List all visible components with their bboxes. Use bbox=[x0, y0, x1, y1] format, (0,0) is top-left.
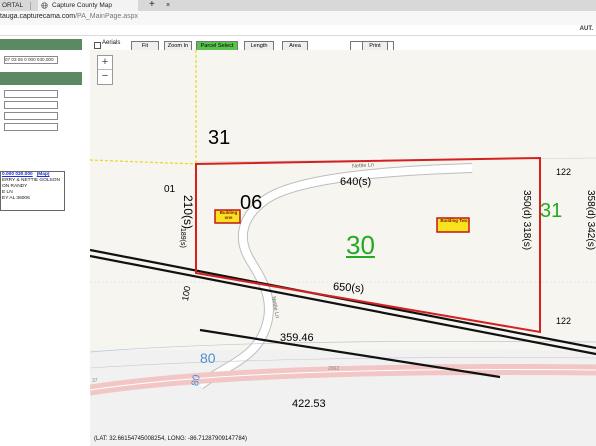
url-host: tauga.capturecama.com bbox=[0, 13, 76, 20]
dim-640-label: 640(s) bbox=[340, 176, 372, 188]
building-two-label: Building Two bbox=[440, 218, 468, 223]
browser-tab-portal[interactable]: ORTAL bbox=[0, 0, 28, 11]
map-canvas[interactable]: 31 01 210(s) 06 189(s) 640(s) Nettie Ln … bbox=[90, 50, 596, 446]
search-input[interactable] bbox=[4, 123, 58, 131]
section-31-green-label: 31 bbox=[540, 200, 563, 222]
dim-359-label: 359.46 bbox=[280, 332, 314, 344]
map-zoom-control: + − bbox=[97, 55, 113, 85]
map-link[interactable]: (Map) bbox=[37, 172, 50, 177]
aerials-checkbox[interactable] bbox=[94, 42, 101, 49]
address-bar[interactable]: tauga.capturecama.com/PA_MainPage.aspx bbox=[0, 11, 596, 26]
building-one-label: Building one bbox=[219, 210, 238, 220]
parcel-06-label: 06 bbox=[240, 192, 263, 214]
coordinates-readout: (LAT: 32.66154745008254, LONG: -86.71287… bbox=[94, 436, 248, 442]
parcel-link[interactable]: 0.000 030.000 bbox=[2, 172, 33, 177]
dim-422-label: 422.53 bbox=[292, 398, 326, 410]
site-header-right: AUT. bbox=[579, 26, 593, 32]
tab-title: Capture County Map bbox=[52, 2, 112, 9]
new-tab-icon[interactable]: + bbox=[149, 0, 155, 11]
parcel-01-label: 01 bbox=[164, 184, 176, 195]
aerials-label: Aerials bbox=[102, 40, 121, 46]
left-panel: 07 03 06 0 000 030.000 0.000 030.000 (Map… bbox=[0, 36, 86, 446]
owner-name: ERRY & NETTIE GOLSON bbox=[2, 177, 60, 183]
route-80-label: 80 bbox=[200, 350, 216, 366]
section-31-label: 31 bbox=[208, 127, 231, 149]
parcel-30-label: 30 bbox=[346, 230, 375, 260]
dim-350-label: 350(d) 318(s) bbox=[521, 190, 532, 251]
search-input[interactable] bbox=[4, 90, 58, 98]
zoom-out-icon[interactable]: − bbox=[98, 70, 112, 83]
close-tab-icon[interactable]: × bbox=[166, 0, 170, 11]
tab-divider bbox=[30, 2, 31, 10]
parcel-122-label: 122 bbox=[556, 316, 572, 326]
tab-title: ORTAL bbox=[2, 2, 24, 9]
dim-189-label: 189(s) bbox=[179, 228, 186, 248]
panel-header-bar bbox=[0, 39, 82, 50]
url-text: tauga.capturecama.com/PA_MainPage.aspx bbox=[0, 13, 138, 20]
globe-icon bbox=[41, 2, 48, 9]
url-path: /PA_MainPage.aspx bbox=[75, 13, 139, 20]
dim-210-label: 210(s) bbox=[181, 195, 195, 230]
owner-result: 0.000 030.000 (Map) ERRY & NETTIE GOLSON … bbox=[0, 171, 65, 211]
site-header: AUT. bbox=[0, 25, 596, 36]
search-input[interactable] bbox=[4, 101, 58, 109]
route-80-label: 80 bbox=[190, 374, 203, 387]
owner-city: EY AL 36006 bbox=[2, 195, 30, 201]
dim-358-label: 358(d) 342(s) bbox=[585, 190, 596, 251]
parcel-122-label: 122 bbox=[556, 167, 572, 177]
small-label-37: 37 bbox=[92, 378, 98, 384]
browser-tab-capture-map[interactable]: Capture County Map × bbox=[38, 0, 170, 11]
search-input[interactable] bbox=[4, 112, 58, 120]
dim-650-label: 650(s) bbox=[332, 280, 365, 296]
small-label-2062: 2062 bbox=[328, 366, 340, 372]
zoom-in-icon[interactable]: + bbox=[98, 56, 112, 70]
parcel-search-input[interactable]: 07 03 06 0 000 030.000 bbox=[4, 56, 58, 64]
panel-section-bar bbox=[0, 72, 82, 85]
